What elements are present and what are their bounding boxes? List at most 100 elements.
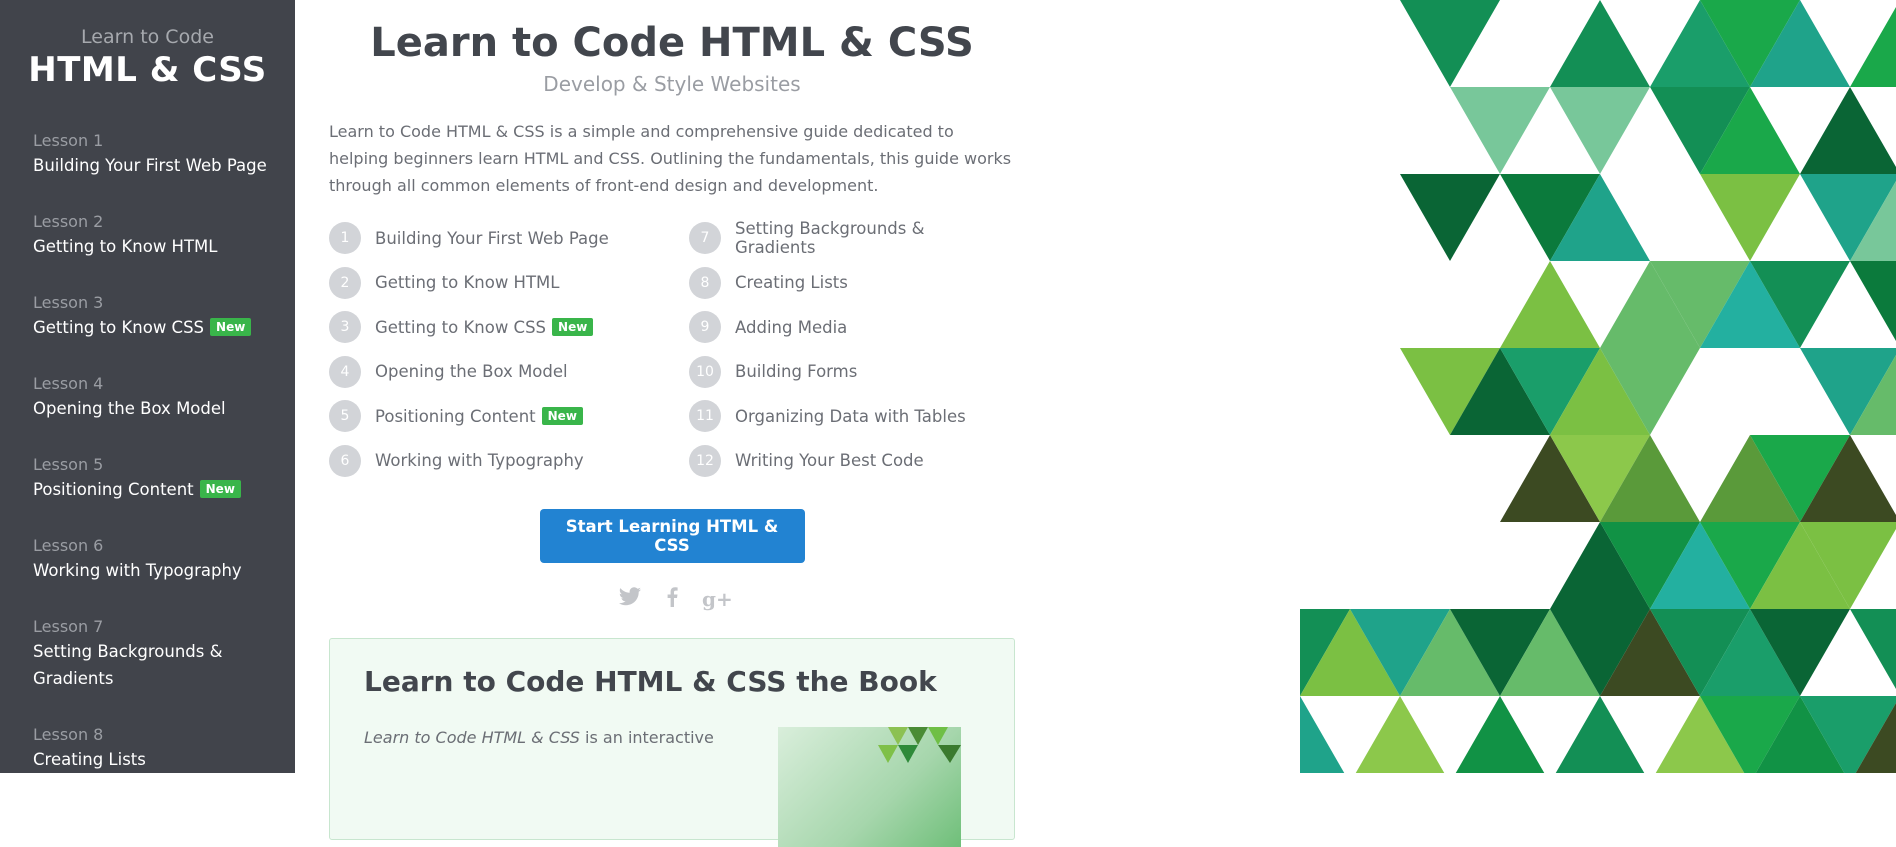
page-subtitle: Develop & Style Websites [543, 72, 801, 96]
outline-item-2[interactable]: 2 Getting to Know HTML [329, 261, 689, 306]
page-title: Learn to Code HTML & CSS [370, 20, 974, 66]
outline-item-4[interactable]: 4 Opening the Box Model [329, 350, 689, 395]
intro-paragraph: Learn to Code HTML & CSS is a simple and… [329, 122, 1012, 195]
sidebar-lesson-8[interactable]: Lesson 8 Creating Lists [33, 724, 283, 773]
sidebar-lesson-4[interactable]: Lesson 4 Opening the Box Model [33, 373, 283, 422]
lesson-number-circle: 8 [689, 266, 721, 299]
lesson-number: Lesson 7 [33, 617, 104, 636]
sidebar: Learn to Code HTML & CSS Lesson 1 Buildin… [0, 0, 295, 773]
social-links: g+ [329, 587, 1015, 612]
lesson-title: Getting to Know CSS New [33, 314, 283, 341]
brand-title: HTML & CSS [28, 50, 267, 90]
lesson-number-circle: 7 [689, 222, 721, 255]
lesson-number: Lesson 6 [33, 536, 104, 555]
pattern-triangle [1400, 0, 1500, 87]
new-badge: New [199, 480, 241, 498]
pattern-triangle [1550, 696, 1650, 783]
lesson-title: Setting Backgrounds & Gradients [33, 638, 283, 692]
twitter-icon[interactable] [618, 587, 642, 612]
lesson-title: Creating Lists [33, 746, 283, 773]
pattern-triangle [1350, 696, 1450, 783]
sidebar-lesson-5[interactable]: Lesson 5 Positioning Content New [33, 454, 283, 503]
outline-item-label: Setting Backgrounds & Gradients [735, 219, 925, 258]
outline-item-label: Adding Media [735, 317, 848, 337]
outline-item-10[interactable]: 10 Building Forms [689, 350, 1009, 395]
outline-item-7[interactable]: 7 Setting Backgrounds & Gradients [689, 216, 1009, 261]
pattern-triangle [1450, 87, 1550, 174]
outline-item-11[interactable]: 11 Organizing Data with Tables [689, 394, 1009, 439]
pattern-triangle [1250, 696, 1350, 783]
lesson-title-text: Getting to Know HTML [33, 237, 218, 256]
outline-item-label: Getting to Know CSS [375, 317, 547, 337]
sidebar-lesson-7[interactable]: Lesson 7 Setting Backgrounds & Gradients [33, 616, 283, 692]
outline-item-12[interactable]: 12 Writing Your Best Code [689, 439, 1009, 484]
sidebar-lesson-2[interactable]: Lesson 2 Getting to Know HTML [33, 211, 283, 260]
book-title: Learn to Code HTML & CSS the Book [364, 665, 937, 698]
lesson-title: Opening the Box Model [33, 395, 283, 422]
book-description-rest: is an interactive [579, 728, 714, 747]
lesson-title-text: Working with Typography [33, 561, 242, 580]
main-content: Learn to Code HTML & CSS Develop & Style… [329, 0, 1015, 847]
book-description-italic: Learn to Code HTML & CSS [364, 728, 580, 747]
sidebar-lesson-3[interactable]: Lesson 3 Getting to Know CSS New [33, 292, 283, 341]
outline-item-label: Building Forms [735, 362, 858, 382]
outline-column-left: 1 Building Your First Web Page 2 Getting to… [329, 216, 689, 483]
lesson-title-text: Setting Backgrounds & Gradients [33, 642, 223, 688]
brand-subtitle: Learn to Code [81, 26, 214, 48]
lesson-nav: Lesson 1 Building Your First Web Page Less… [33, 130, 283, 773]
outline-item-3[interactable]: 3 Getting to Know CSS New [329, 305, 689, 350]
lesson-title-text: Opening the Box Model [33, 399, 226, 418]
lesson-title-text: Positioning Content [33, 480, 194, 499]
pattern-triangle [1450, 696, 1550, 783]
pattern-triangle [1550, 87, 1650, 174]
outline-item-label: Positioning Content [375, 406, 536, 426]
lesson-title-text: Getting to Know CSS [33, 318, 205, 337]
lesson-number-circle: 2 [329, 266, 361, 299]
outline-item-5[interactable]: 5 Positioning Content New [329, 394, 689, 439]
lesson-title: Positioning Content New [33, 476, 283, 503]
sidebar-lesson-6[interactable]: Lesson 6 Working with Typography [33, 535, 283, 584]
outline-item-6[interactable]: 6 Working with Typography [329, 439, 689, 484]
pattern-triangle [1400, 174, 1500, 261]
google-plus-icon[interactable]: g+ [702, 587, 733, 612]
pattern-triangle [1850, 6, 1896, 87]
lesson-number: Lesson 3 [33, 293, 104, 312]
outline-item-9[interactable]: 9 Adding Media [689, 305, 1009, 350]
pattern-triangle [1800, 87, 1896, 174]
lesson-number-circle: 11 [689, 400, 721, 433]
lesson-title-text: Creating Lists [33, 750, 146, 769]
lesson-number: Lesson 4 [33, 374, 104, 393]
facebook-icon[interactable] [660, 587, 684, 612]
pattern-triangle [1850, 261, 1896, 342]
lesson-number-circle: 12 [689, 444, 721, 477]
sidebar-lesson-1[interactable]: Lesson 1 Building Your First Web Page [33, 130, 283, 179]
pattern-triangle [1700, 174, 1800, 261]
outline-item-label: Getting to Know HTML [375, 273, 560, 293]
outline-item-label: Organizing Data with Tables [735, 406, 966, 426]
decorative-triangle-pattern [1200, 0, 1896, 847]
lesson-number-circle: 5 [329, 400, 361, 433]
start-learning-button[interactable]: Start Learning HTML & CSS [539, 509, 805, 563]
lesson-outline: 1 Building Your First Web Page 2 Getting to… [329, 216, 1015, 483]
lesson-number: Lesson 5 [33, 455, 104, 474]
pattern-triangle [1550, 0, 1650, 87]
lesson-number: Lesson 8 [33, 725, 104, 744]
lesson-number-circle: 4 [329, 355, 361, 388]
lesson-title: Building Your First Web Page [33, 152, 283, 179]
lesson-title: Getting to Know HTML [33, 233, 283, 260]
outline-column-right: 7 Setting Backgrounds & Gradients 8 Creatin… [689, 216, 1009, 483]
new-badge: New [541, 407, 583, 426]
brand[interactable]: Learn to Code HTML & CSS [0, 0, 295, 90]
lesson-title: Working with Typography [33, 557, 283, 584]
lesson-number-circle: 6 [329, 444, 361, 477]
new-badge: New [552, 318, 594, 337]
book-promo: Learn to Code HTML & CSS the Book Learn … [329, 638, 1015, 847]
outline-item-8[interactable]: 8 Creating Lists [689, 261, 1009, 306]
pattern-triangle [1850, 609, 1896, 690]
outline-item-label: Building Your First Web Page [375, 228, 609, 248]
new-badge: New [210, 318, 252, 336]
book-cover-image[interactable] [778, 727, 961, 847]
outline-item-1[interactable]: 1 Building Your First Web Page [329, 216, 689, 261]
outline-item-label: Creating Lists [735, 273, 848, 293]
lesson-number: Lesson 1 [33, 131, 104, 150]
